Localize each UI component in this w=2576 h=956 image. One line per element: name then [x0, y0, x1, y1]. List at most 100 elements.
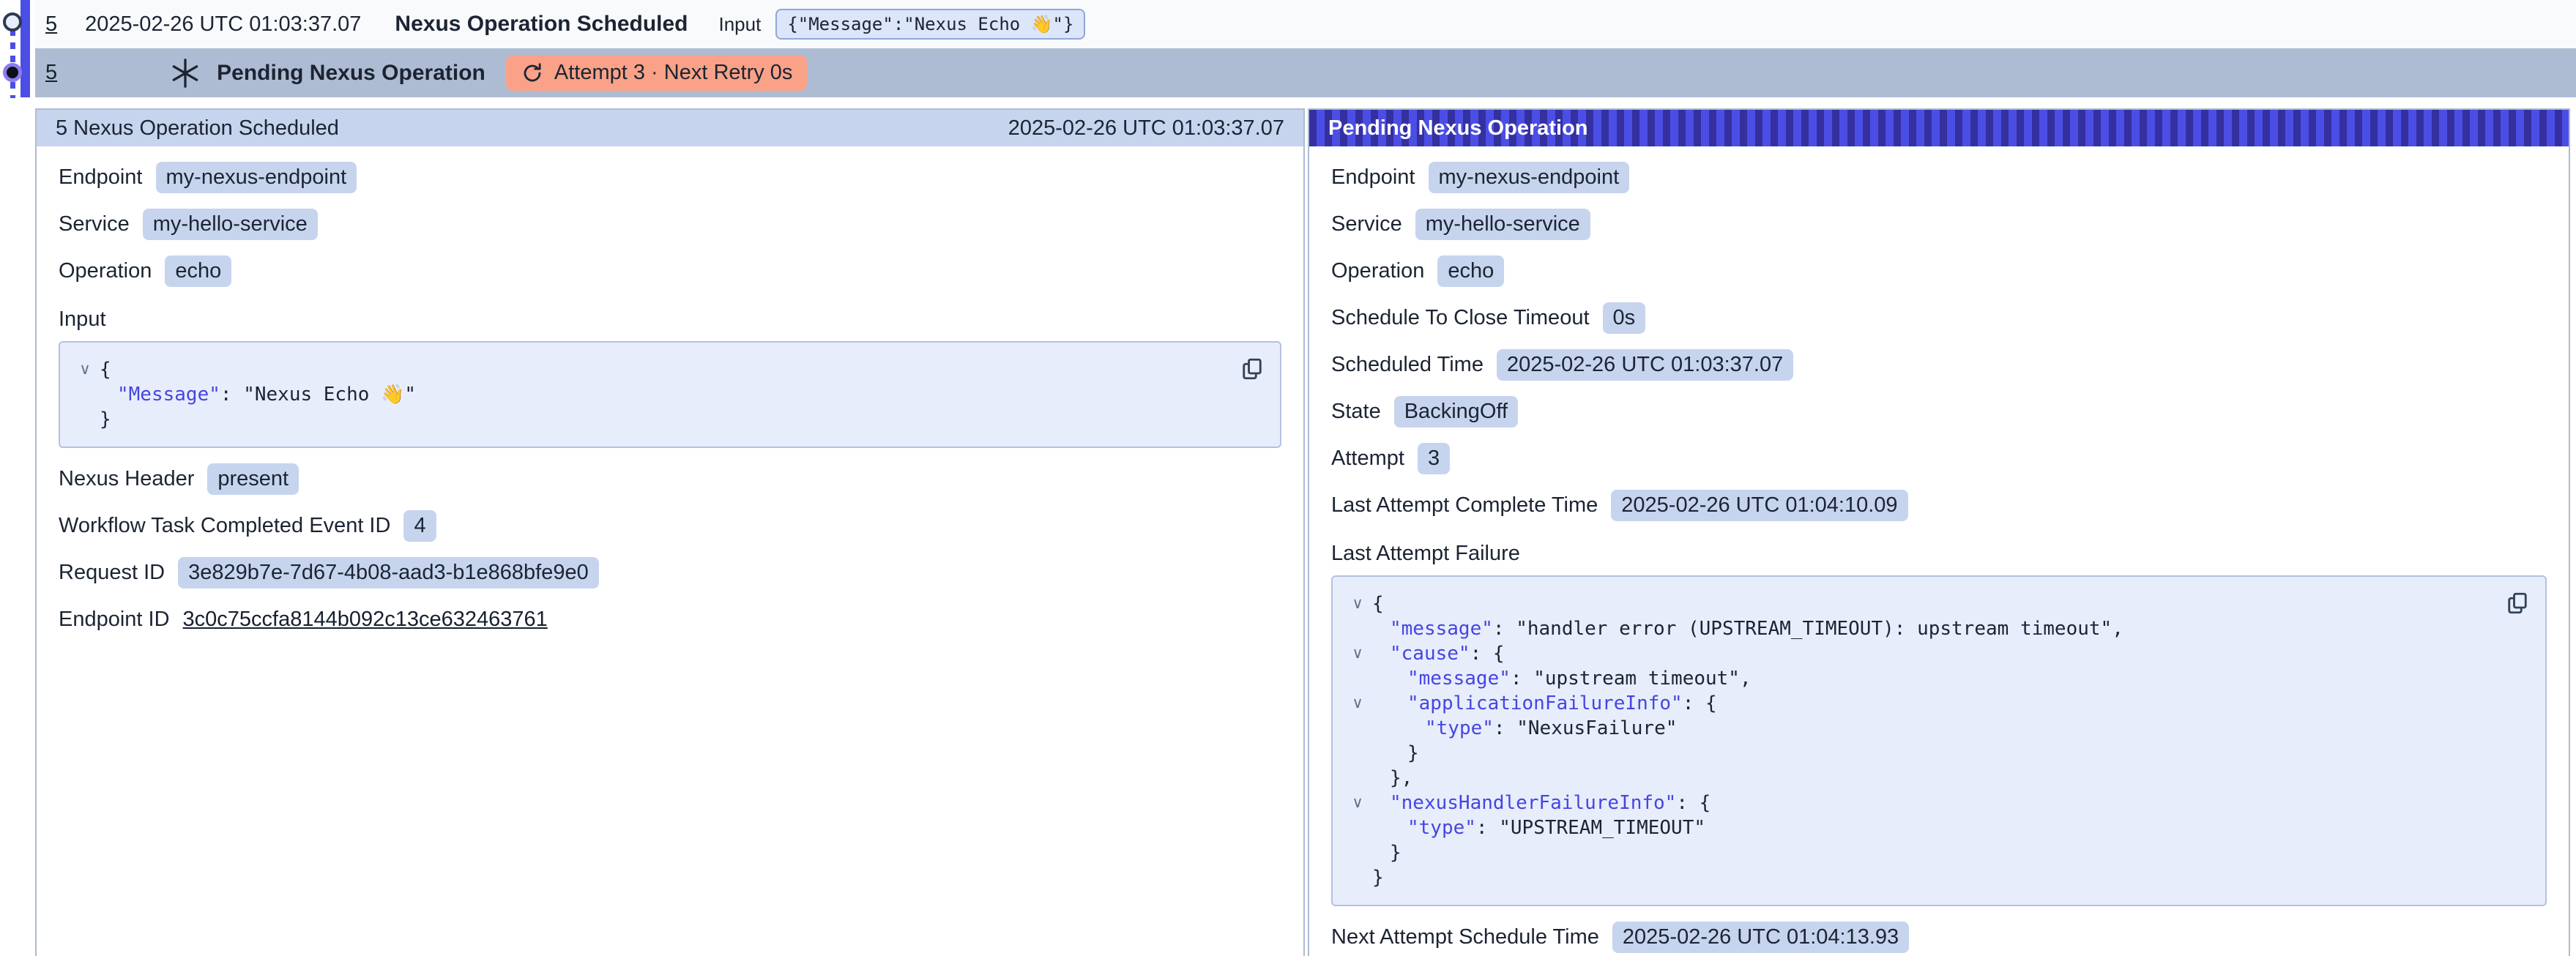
field-row-endpoint: Endpoint my-nexus-endpoint [1331, 161, 2547, 193]
json-text: "applicationFailureInfo": { [1407, 691, 1717, 716]
field-label: Operation [1331, 259, 1424, 283]
field-row-operation: Operation echo [1331, 255, 2547, 287]
pending-detail-panel: Pending Nexus Operation Endpoint my-nexu… [1308, 108, 2570, 956]
event-input-preview-badge[interactable]: {"Message":"Nexus Echo 👋"} [775, 9, 1085, 40]
field-label: Service [1331, 212, 1402, 236]
event-history-row[interactable]: 5 2025-02-26 UTC 01:03:37.07 Nexus Opera… [35, 0, 2576, 48]
json-text: "message": "upstream timeout", [1407, 666, 1752, 691]
field-row-service: Service my-hello-service [59, 208, 1281, 240]
copy-button[interactable] [1237, 354, 1267, 384]
pending-title: Pending Nexus Operation [217, 61, 485, 86]
pending-id-link[interactable]: 5 [45, 61, 57, 85]
collapse-chevron-icon[interactable]: ∨ [1343, 791, 1372, 815]
json-line: } [1343, 865, 2494, 890]
field-label: Schedule To Close Timeout [1331, 306, 1590, 330]
field-row-endpoint: Endpoint my-nexus-endpoint [59, 161, 1281, 193]
json-line: "type": "UPSTREAM_TIMEOUT" [1343, 815, 2494, 840]
gutter-spacer [1343, 840, 1372, 865]
field-label: Operation [59, 259, 152, 283]
field-label: Endpoint ID [59, 608, 170, 632]
json-line: ∨ "cause": { [1343, 641, 2494, 666]
json-text: "type": "NexusFailure" [1425, 716, 1677, 741]
json-text: } [1390, 840, 1401, 865]
event-timestamp: 2025-02-26 UTC 01:03:37.07 [85, 12, 361, 37]
collapse-chevron-icon[interactable]: ∨ [1343, 691, 1372, 716]
field-label: State [1331, 400, 1381, 424]
json-line: "message": "upstream timeout", [1343, 666, 2494, 691]
event-marker-current-icon [3, 63, 22, 82]
gutter-spacer [1343, 666, 1372, 691]
field-row-next-attempt-schedule-time: Next Attempt Schedule Time 2025-02-26 UT… [1331, 921, 2547, 953]
field-row-scheduled-time: Scheduled Time 2025-02-26 UTC 01:03:37.0… [1331, 348, 2547, 381]
json-text: "nexusHandlerFailureInfo": { [1390, 791, 1710, 815]
field-value-badge: 0s [1603, 302, 1646, 334]
field-value-badge: echo [165, 255, 231, 287]
collapse-chevron-icon[interactable]: ∨ [1343, 641, 1372, 666]
field-value-badge: present [207, 463, 299, 495]
indent-spacer [1372, 616, 1390, 641]
field-row-wft-completed-event-id: Workflow Task Completed Event ID 4 [59, 509, 1281, 542]
indent-spacer [1372, 766, 1390, 791]
field-row-schedule-to-close-timeout: Schedule To Close Timeout 0s [1331, 302, 2547, 334]
json-text: }, [1390, 766, 1412, 791]
field-value-badge: 2025-02-26 UTC 01:04:13.93 [1612, 922, 1909, 953]
field-label: Request ID [59, 561, 165, 585]
indent-spacer [100, 382, 117, 407]
gutter-spacer [1343, 865, 1372, 890]
json-line: ∨ "nexusHandlerFailureInfo": { [1343, 791, 2494, 815]
json-text: "cause": { [1390, 641, 1505, 666]
json-line: ∨ "applicationFailureInfo": { [1343, 691, 2494, 716]
field-value-badge: my-nexus-endpoint [156, 162, 357, 193]
json-text: } [100, 407, 111, 432]
timeline-rail-bar [21, 0, 30, 97]
json-line: ∨{ [70, 357, 1229, 382]
refresh-icon [521, 61, 544, 85]
field-row-nexus-header: Nexus Header present [59, 463, 1281, 495]
failure-json-block: ∨{"message": "handler error (UPSTREAM_TI… [1331, 575, 2547, 906]
event-title: Nexus Operation Scheduled [395, 12, 688, 37]
json-line: "Message": "Nexus Echo 👋" [70, 382, 1229, 407]
field-value-badge: my-hello-service [1415, 209, 1590, 240]
copy-button[interactable] [2503, 589, 2532, 618]
field-value-badge: 2025-02-26 UTC 01:03:37.07 [1497, 349, 1793, 381]
field-value-badge: my-hello-service [143, 209, 318, 240]
field-value-badge: 2025-02-26 UTC 01:04:10.09 [1611, 490, 1907, 521]
indent-spacer [1372, 815, 1407, 840]
field-value-badge: my-nexus-endpoint [1429, 162, 1630, 193]
field-row-operation: Operation echo [59, 255, 1281, 287]
field-label: Last Attempt Complete Time [1331, 493, 1598, 518]
field-label: Scheduled Time [1331, 353, 1484, 377]
endpoint-id-link[interactable]: 3c0c75ccfa8144b092c13ce632463761 [183, 608, 548, 632]
json-text: { [1372, 591, 1384, 616]
json-line: } [1343, 840, 2494, 865]
field-label: Workflow Task Completed Event ID [59, 514, 390, 538]
field-value-badge: 4 [403, 510, 436, 542]
field-row-service: Service my-hello-service [1331, 208, 2547, 240]
gutter-spacer [1343, 616, 1372, 641]
field-label: Attempt [1331, 447, 1404, 471]
pending-operation-row[interactable]: 5 Pending Nexus Operation Attempt 3 · Ne… [35, 48, 2576, 97]
gutter-spacer [70, 407, 100, 432]
event-detail-header: 5 Nexus Operation Scheduled 2025-02-26 U… [37, 110, 1303, 146]
field-row-request-id: Request ID 3e829b7e-7d67-4b08-aad3-b1e86… [59, 556, 1281, 589]
event-input-label: Input [719, 13, 762, 36]
json-line: "message": "handler error (UPSTREAM_TIME… [1343, 616, 2494, 641]
json-text: "message": "handler error (UPSTREAM_TIME… [1390, 616, 2123, 641]
field-label: Next Attempt Schedule Time [1331, 925, 1599, 949]
indent-spacer [1372, 691, 1407, 716]
retry-badge-text: Attempt 3 · Next Retry 0s [554, 61, 793, 85]
json-text: "type": "UPSTREAM_TIMEOUT" [1407, 815, 1705, 840]
collapse-chevron-icon[interactable]: ∨ [1343, 591, 1372, 616]
indent-spacer [1372, 666, 1407, 691]
collapse-chevron-icon[interactable]: ∨ [70, 357, 100, 382]
indent-spacer [1372, 791, 1390, 815]
event-id-link[interactable]: 5 [45, 12, 57, 37]
field-value-badge: 3 [1418, 443, 1450, 474]
json-text: } [1407, 741, 1419, 766]
gutter-spacer [1343, 815, 1372, 840]
json-line: }, [1343, 766, 2494, 791]
indent-spacer [1372, 641, 1390, 666]
copy-icon [2504, 590, 2531, 616]
field-label: Endpoint [59, 165, 143, 190]
field-label: Endpoint [1331, 165, 1415, 190]
